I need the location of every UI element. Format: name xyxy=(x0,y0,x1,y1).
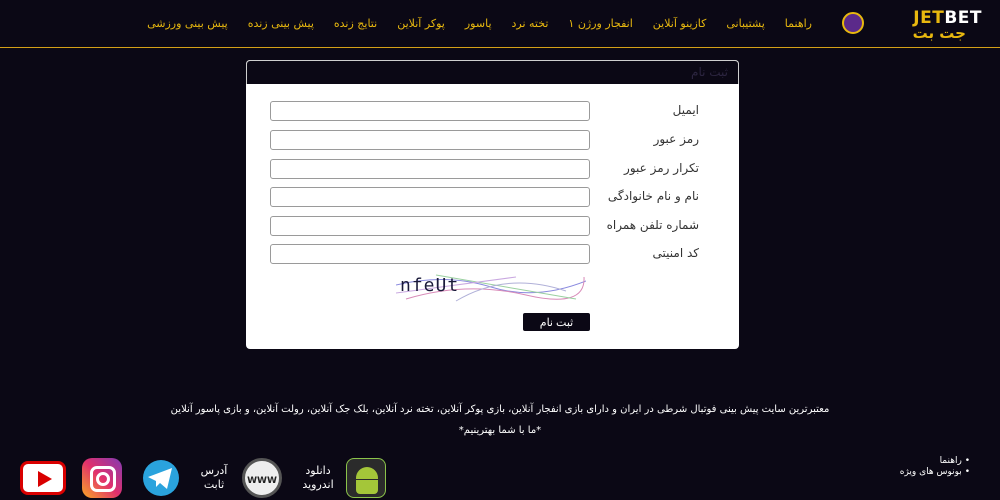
youtube-icon xyxy=(20,461,66,495)
captcha-image: nfeUt xyxy=(395,271,587,303)
telegram-link[interactable] xyxy=(138,458,188,498)
footer-link-bonuses[interactable]: بونوس های ویژه xyxy=(900,467,970,477)
captcha-text: nfeUt xyxy=(400,275,460,296)
password-label: رمز عبور xyxy=(653,132,699,146)
nav-sports-betting[interactable]: پیش بینی ورزشی xyxy=(137,17,238,30)
social-bar: آدرس ثابت WWW دانلود اندروید xyxy=(20,458,400,498)
card-header: ثبت نام xyxy=(246,60,739,84)
nav-backgammon[interactable]: تخته نرد xyxy=(502,17,559,30)
nav-pasur[interactable]: پاسور xyxy=(455,17,502,30)
password-field[interactable] xyxy=(270,130,590,150)
password-confirm-label: تکرار رمز عبور xyxy=(624,161,699,175)
password-row: رمز عبور xyxy=(246,130,739,150)
nav-support[interactable]: پشتیبانی xyxy=(716,17,774,30)
fixed-address-line2: ثابت xyxy=(203,478,225,491)
download-line1: دانلود xyxy=(305,464,331,477)
instagram-icon xyxy=(82,458,122,498)
password-confirm-field[interactable] xyxy=(270,159,590,179)
nav-live-results[interactable]: نتایج زنده xyxy=(324,17,387,30)
jetbet-logo[interactable]: JETBET جت بت xyxy=(840,6,988,42)
main-nav: پیش بینی ورزشی پیش بینی زنده نتایج زنده … xyxy=(137,17,822,30)
footer-tagline: *ما با شما بهترینیم* xyxy=(458,425,542,436)
telegram-icon xyxy=(143,460,179,496)
password-confirm-row: تکرار رمز عبور xyxy=(246,159,739,179)
download-line2: اندروید xyxy=(302,478,334,491)
security-code-label: کد امنیتی xyxy=(652,246,699,260)
website-link[interactable]: WWW xyxy=(242,458,290,498)
phone-label: شماره تلفن همراه xyxy=(606,218,699,232)
android-icon xyxy=(346,458,386,498)
nav-live-betting[interactable]: پیش بینی زنده xyxy=(238,17,324,30)
security-code-row: کد امنیتی xyxy=(246,244,739,264)
android-app-link[interactable] xyxy=(346,458,394,498)
card-title: ثبت نام xyxy=(691,65,728,79)
fullname-row: نام و نام خانوادگی xyxy=(246,187,739,207)
security-code-field[interactable] xyxy=(270,244,590,264)
fullname-field[interactable] xyxy=(270,187,590,207)
nav-online-poker[interactable]: پوکر آنلاین xyxy=(387,17,455,30)
footer-link-guide[interactable]: راهنما xyxy=(900,456,970,466)
globe-icon: WWW xyxy=(242,458,282,498)
email-label: ایمیل xyxy=(672,103,699,117)
logo-persian: جت بت xyxy=(912,24,966,42)
header: JETBET جت بت پیش بینی ورزشی پیش بینی زند… xyxy=(0,0,1000,48)
phone-field[interactable] xyxy=(270,216,590,236)
footer-links: راهنما بونوس های ویژه xyxy=(900,456,970,478)
android-download-link[interactable]: دانلود اندروید xyxy=(292,458,344,498)
footer-description: معتبرترین سایت پیش بینی فوتبال شرطی در ا… xyxy=(170,404,830,415)
register-button[interactable]: ثبت نام xyxy=(523,313,590,331)
fixed-address-link[interactable]: آدرس ثابت xyxy=(190,458,238,498)
nav-crash-v1[interactable]: انفجار ورژن ۱ xyxy=(558,17,642,30)
phone-row: شماره تلفن همراه xyxy=(246,216,739,236)
nav-online-casino[interactable]: کازینو آنلاین xyxy=(643,17,717,30)
fixed-address-line1: آدرس xyxy=(200,464,228,477)
instagram-link[interactable] xyxy=(82,458,128,498)
nav-guide[interactable]: راهنما xyxy=(775,17,822,30)
registration-card: ثبت نام ایمیل رمز عبور تکرار رمز عبور نا… xyxy=(246,60,739,349)
email-row: ایمیل xyxy=(246,101,739,121)
fullname-label: نام و نام خانوادگی xyxy=(607,189,699,203)
ball-icon xyxy=(842,12,864,34)
youtube-link[interactable] xyxy=(20,458,70,498)
email-field[interactable] xyxy=(270,101,590,121)
